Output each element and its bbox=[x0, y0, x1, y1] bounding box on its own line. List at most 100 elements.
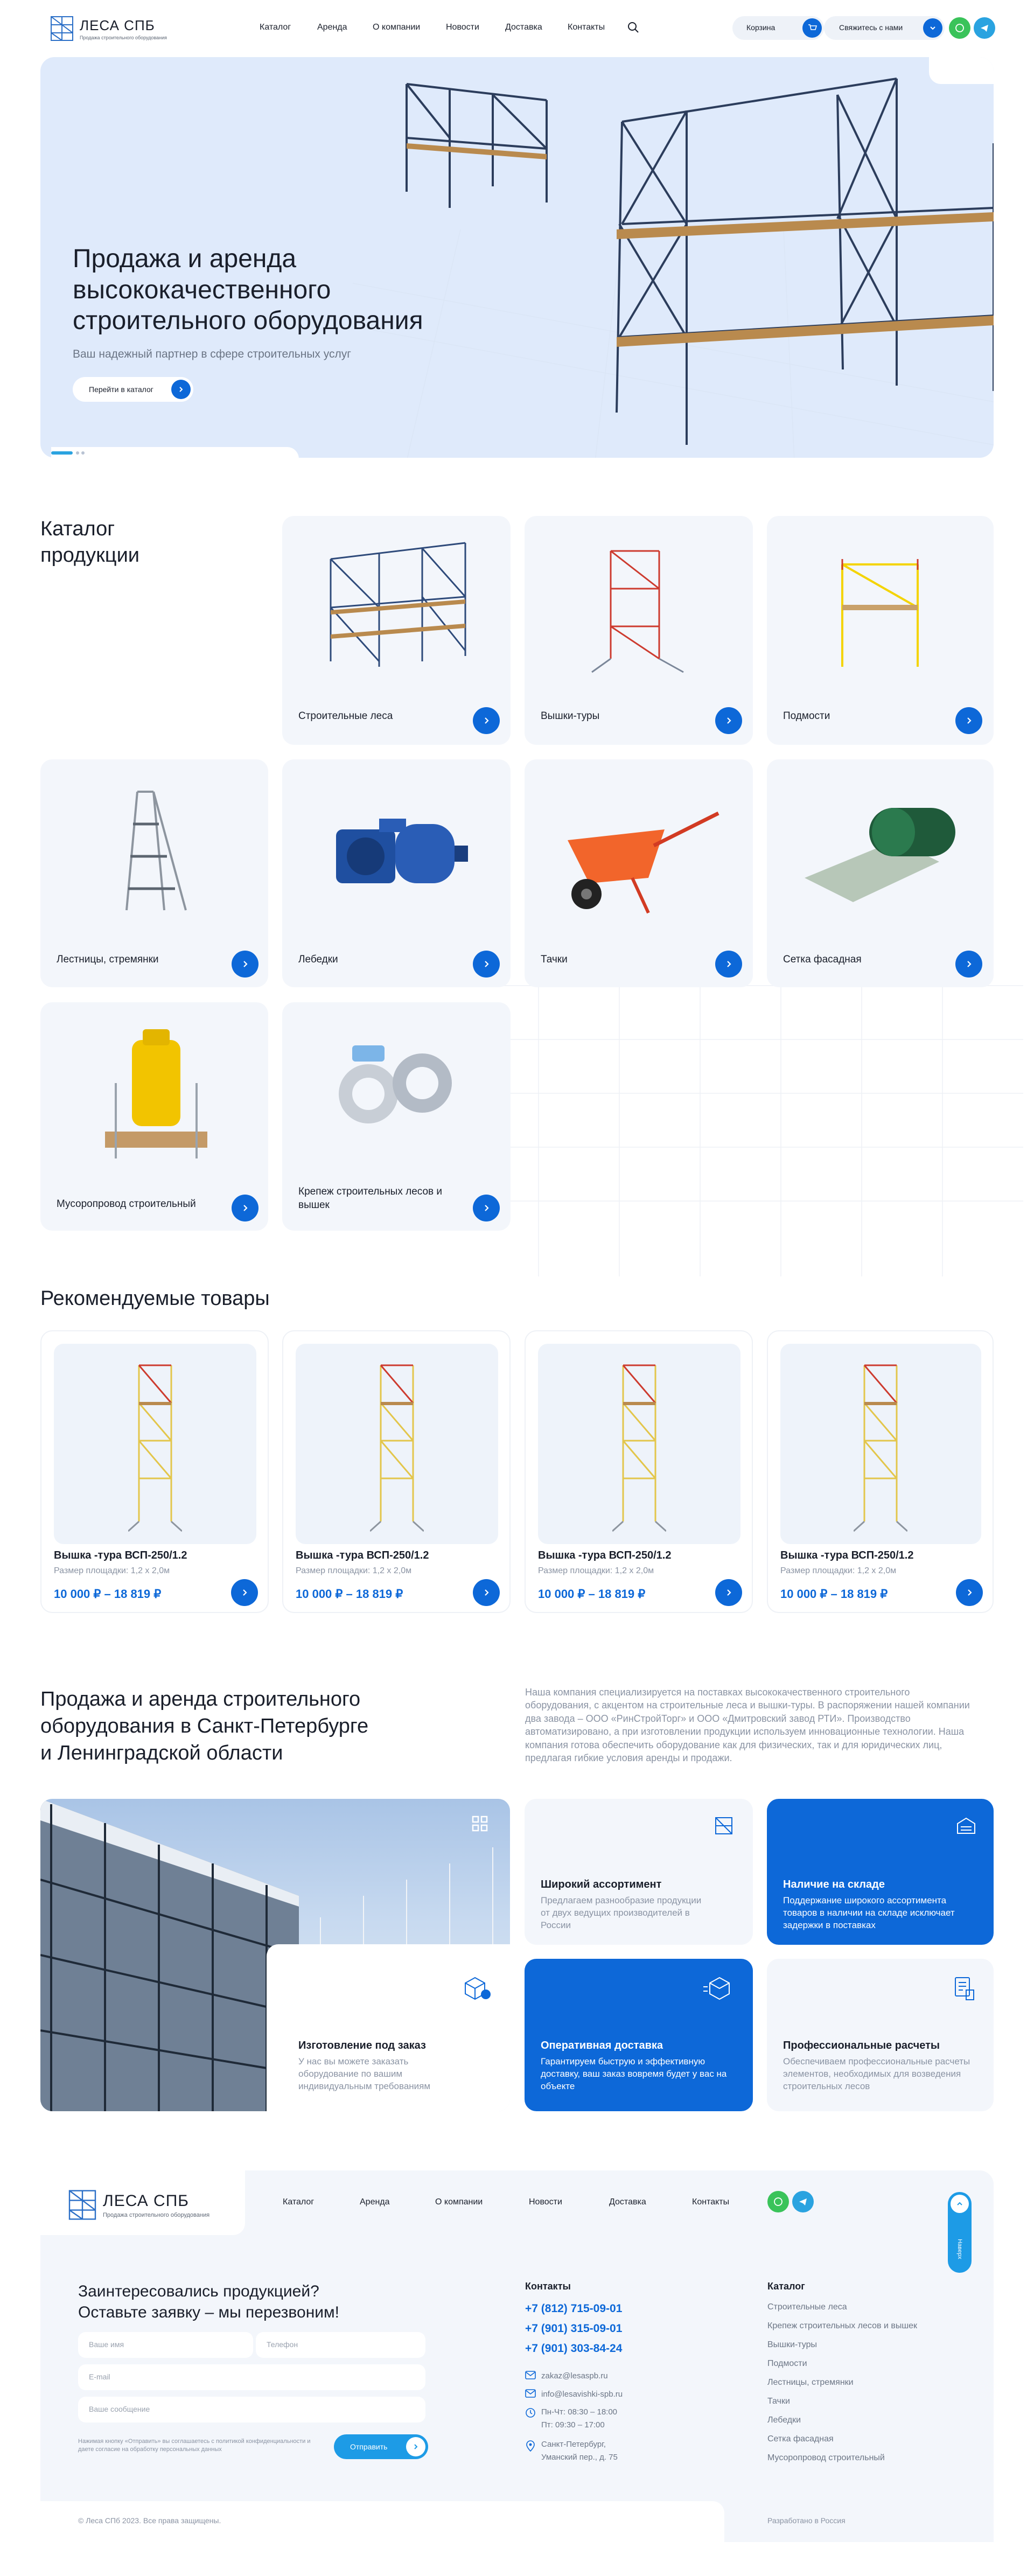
arrow-right-icon[interactable] bbox=[955, 951, 982, 978]
arrow-right-icon[interactable] bbox=[955, 707, 982, 734]
arrow-right-icon[interactable] bbox=[715, 951, 742, 978]
nav-rent[interactable]: Аренда bbox=[317, 23, 347, 32]
footer-nav-rent[interactable]: Аренда bbox=[360, 2197, 390, 2207]
arrow-right-icon[interactable] bbox=[956, 1579, 983, 1606]
slider-dot-active[interactable] bbox=[51, 451, 73, 455]
catalog-card-mesh[interactable]: Сетка фасадная bbox=[767, 759, 994, 987]
address: Санкт-Петербург, bbox=[541, 2440, 606, 2449]
mail-icon bbox=[525, 2389, 536, 2398]
nav-catalog[interactable]: Каталог bbox=[260, 23, 291, 32]
catalog-card-title: Крепеж строительных лесов и вышек bbox=[298, 1185, 449, 1212]
catalog-card-title: Тачки bbox=[541, 954, 568, 965]
catalog-card-chute[interactable]: Мусоропровод строительный bbox=[40, 1002, 268, 1231]
email-link[interactable]: zakaz@lesaspb.ru bbox=[541, 2371, 608, 2380]
arrow-right-icon[interactable] bbox=[232, 951, 258, 978]
footer-nav-catalog[interactable]: Каталог bbox=[283, 2197, 314, 2207]
footer-nav-contacts[interactable]: Контакты bbox=[692, 2197, 729, 2207]
arrow-right-icon[interactable] bbox=[715, 1579, 742, 1606]
logo[interactable]: ЛЕСА СПБ Продажа строительного оборудова… bbox=[50, 15, 167, 42]
tower-image bbox=[854, 1364, 907, 1532]
catalog-card-towers[interactable]: Вышки-туры bbox=[525, 516, 753, 745]
footer-catalog-link[interactable]: Строительные леса bbox=[767, 2302, 917, 2312]
arrow-right-icon[interactable] bbox=[473, 1579, 500, 1606]
nav-delivery[interactable]: Доставка bbox=[505, 23, 542, 32]
arrow-right-icon[interactable] bbox=[473, 951, 500, 978]
product-name: Вышка -тура ВСП-250/1.2 bbox=[54, 1549, 187, 1561]
product-name: Вышка -тура ВСП-250/1.2 bbox=[538, 1549, 672, 1561]
footer-catalog-link[interactable]: Тачки bbox=[767, 2397, 917, 2406]
submit-button[interactable]: Отправить bbox=[334, 2434, 428, 2459]
footer-catalog-link[interactable]: Лебедки bbox=[767, 2416, 917, 2425]
arrow-right-icon[interactable] bbox=[473, 707, 500, 734]
cart-button[interactable]: Корзина bbox=[732, 16, 824, 40]
footer-nav-about[interactable]: О компании bbox=[435, 2197, 483, 2207]
phone-link[interactable]: +7 (901) 303-84-24 bbox=[525, 2342, 622, 2355]
email-link[interactable]: info@lesavishki-spb.ru bbox=[541, 2390, 623, 2399]
hero-title-line: высококачественного bbox=[73, 275, 331, 304]
product-card[interactable]: Вышка -тура ВСП-250/1.2 Размер площадки:… bbox=[40, 1330, 269, 1613]
logo-icon bbox=[51, 16, 73, 41]
feature-text: У нас вы можете заказать оборудование по… bbox=[298, 2056, 431, 2091]
tower-image bbox=[591, 550, 684, 673]
catalog-card-wheelbarrows[interactable]: Тачки bbox=[525, 759, 753, 987]
logo-title: ЛЕСА СПБ bbox=[80, 17, 155, 33]
product-card[interactable]: Вышка -тура ВСП-250/1.2 Размер площадки:… bbox=[282, 1330, 511, 1613]
nav-contacts[interactable]: Контакты bbox=[568, 23, 605, 32]
product-card[interactable]: Вышка -тура ВСП-250/1.2 Размер площадки:… bbox=[767, 1330, 994, 1613]
name-input[interactable]: Ваше имя bbox=[78, 2332, 253, 2358]
email-input[interactable]: E-mail bbox=[78, 2364, 425, 2390]
hero-catalog-button[interactable]: Перейти в каталог bbox=[73, 377, 193, 402]
footer-catalog-link[interactable]: Сетка фасадная bbox=[767, 2434, 917, 2444]
product-image-box bbox=[296, 1344, 498, 1544]
catalog-card-title: Сетка фасадная bbox=[783, 954, 862, 965]
feature-title: Оперативная доставка bbox=[541, 2040, 663, 2051]
contact-button[interactable]: Свяжитесь с нами bbox=[824, 16, 945, 40]
footer-catalog-link[interactable]: Крепеж строительных лесов и вышек bbox=[767, 2321, 917, 2331]
scroll-up-button[interactable]: Наверх bbox=[948, 2192, 972, 2273]
feature-title: Профессиональные расчеты bbox=[783, 2040, 940, 2051]
telegram-icon[interactable] bbox=[974, 17, 995, 39]
nav-news[interactable]: Новости bbox=[446, 23, 479, 32]
footer-catalog-link[interactable]: Мусоропровод строительный bbox=[767, 2453, 917, 2463]
product-card[interactable]: Вышка -тура ВСП-250/1.2 Размер площадки:… bbox=[525, 1330, 753, 1613]
developer-credit[interactable]: Разработано в Россия bbox=[767, 2516, 846, 2525]
catalog-card-platforms[interactable]: Подмости bbox=[767, 516, 994, 745]
document-icon bbox=[955, 1977, 974, 2000]
search-icon[interactable] bbox=[627, 22, 639, 33]
telegram-icon[interactable] bbox=[792, 2191, 814, 2212]
slider-dot[interactable] bbox=[81, 451, 85, 455]
phone-input[interactable]: Телефон bbox=[256, 2332, 425, 2358]
feature-text: Обеспечиваем профессиональные расчеты эл… bbox=[783, 2056, 970, 2091]
address: Уманский пер., д. 75 bbox=[541, 2453, 618, 2462]
footer-nav-news[interactable]: Новости bbox=[529, 2197, 562, 2207]
arrow-right-icon bbox=[171, 380, 191, 399]
arrow-right-icon[interactable] bbox=[473, 1195, 500, 1221]
footer-catalog-link[interactable]: Вышки-туры bbox=[767, 2340, 917, 2350]
qr-icon bbox=[472, 1816, 488, 1832]
footer-catalog-link[interactable]: Подмости bbox=[767, 2359, 917, 2369]
nav-about[interactable]: О компании bbox=[373, 23, 420, 32]
whatsapp-icon[interactable] bbox=[767, 2191, 789, 2212]
catalog-card-scaffolding[interactable]: Строительные леса bbox=[282, 516, 511, 745]
catalog-card-fasteners[interactable]: Крепеж строительных лесов и вышек bbox=[282, 1002, 511, 1231]
phone-link[interactable]: +7 (812) 715-09-01 bbox=[525, 2302, 622, 2315]
footer-logo-title: ЛЕСА СПБ bbox=[103, 2191, 189, 2210]
slider-dot[interactable] bbox=[76, 451, 79, 455]
footer-nav-delivery[interactable]: Доставка bbox=[609, 2197, 646, 2207]
tower-image bbox=[128, 1364, 182, 1532]
catalog-title-line: продукции bbox=[40, 544, 140, 567]
footer-logo[interactable]: ЛЕСА СПБ Продажа строительного оборудова… bbox=[67, 2189, 209, 2221]
chevron-up-icon bbox=[951, 2195, 969, 2213]
submit-label: Отправить bbox=[350, 2442, 388, 2451]
cart-icon bbox=[802, 18, 822, 38]
footer-catalog-link[interactable]: Лестницы, стремянки bbox=[767, 2378, 917, 2387]
phone-link[interactable]: +7 (901) 315-09-01 bbox=[525, 2322, 622, 2335]
arrow-right-icon[interactable] bbox=[715, 707, 742, 734]
arrow-right-icon[interactable] bbox=[232, 1195, 258, 1221]
catalog-card-title-text: Крепеж строительных лесов и вышек bbox=[298, 1186, 443, 1211]
whatsapp-icon[interactable] bbox=[949, 17, 970, 39]
catalog-card-ladders[interactable]: Лестницы, стремянки bbox=[40, 759, 268, 987]
message-input[interactable]: Ваше сообщение bbox=[78, 2397, 425, 2423]
arrow-right-icon[interactable] bbox=[231, 1579, 258, 1606]
catalog-card-winches[interactable]: Лебедки bbox=[282, 759, 511, 987]
